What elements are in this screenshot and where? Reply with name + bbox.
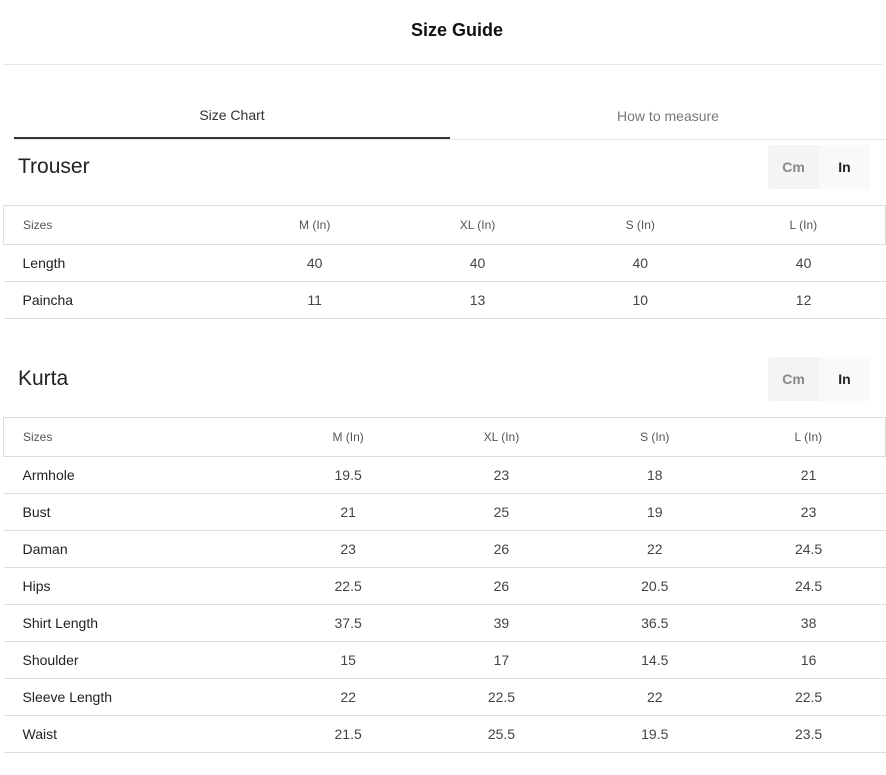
- table-cell: 18: [577, 456, 732, 494]
- table-header-row: Sizes M (In) XL (In) S (In) L (In): [3, 417, 886, 457]
- trouser-unit-in-button[interactable]: In: [819, 145, 870, 189]
- page-title: Size Guide: [410, 19, 504, 40]
- table-cell: 21: [731, 456, 886, 494]
- column-header-xl: XL (In): [396, 205, 559, 245]
- table-cell: 19: [577, 493, 732, 531]
- kurta-unit-toggle: Cm In: [768, 357, 870, 401]
- row-label: Waist: [3, 715, 272, 753]
- table-row: Daman 23 26 22 24.5: [3, 530, 886, 568]
- table-cell: 19.5: [271, 456, 426, 494]
- column-header-m: M (In): [233, 205, 397, 245]
- row-label: Armhole: [3, 456, 272, 494]
- table-cell: 14.5: [577, 641, 732, 679]
- table-cell: 24.5: [731, 567, 886, 605]
- trouser-title: Trouser: [18, 155, 90, 178]
- table-cell: 39: [425, 604, 578, 642]
- kurta-title: Kurta: [18, 367, 69, 390]
- table-cell: 20.5: [577, 567, 732, 605]
- table-row: Shoulder 15 17 14.5 16: [3, 641, 886, 679]
- table-cell: 23: [731, 493, 886, 531]
- table-cell: 40: [233, 244, 397, 282]
- table-cell: 23.5: [731, 715, 886, 753]
- trouser-unit-toggle: Cm In: [768, 145, 870, 189]
- table-cell: 17: [425, 641, 578, 679]
- kurta-unit-cm-button[interactable]: Cm: [768, 357, 819, 401]
- table-cell: 11: [233, 281, 397, 319]
- table-cell: 37.5: [271, 604, 426, 642]
- table-cell: 36.5: [577, 604, 732, 642]
- table-cell: 12: [721, 281, 886, 319]
- table-cell: 22.5: [271, 567, 426, 605]
- table-cell: 16: [731, 641, 886, 679]
- table-row: Paincha 11 13 10 12: [3, 281, 886, 319]
- header-divider: [3, 64, 883, 65]
- row-label: Sleeve Length: [3, 678, 272, 716]
- table-row: Armhole 19.5 23 18 21: [3, 456, 886, 494]
- table-cell: 13: [396, 281, 559, 319]
- table-cell: 22.5: [425, 678, 578, 716]
- table-cell: 23: [425, 456, 578, 494]
- table-row: Waist 21.5 25.5 19.5 23.5: [3, 715, 886, 753]
- table-cell: 22: [577, 530, 732, 568]
- size-guide-header: Size Guide: [0, 0, 886, 64]
- table-cell: 40: [396, 244, 559, 282]
- row-label: Bust: [3, 493, 272, 531]
- table-row: Sleeve Length 22 22.5 22 22.5: [3, 678, 886, 716]
- table-row: Shirt Length 37.5 39 36.5 38: [3, 604, 886, 642]
- table-cell: 21.5: [271, 715, 426, 753]
- row-label: Paincha: [3, 281, 234, 319]
- table-cell: 26: [425, 567, 578, 605]
- column-header-l: L (In): [721, 205, 886, 245]
- table-row: Length 40 40 40 40: [3, 244, 886, 282]
- table-row: Bust 21 25 19 23: [3, 493, 886, 531]
- column-header-l: L (In): [731, 417, 886, 457]
- table-cell: 25: [425, 493, 578, 531]
- row-label: Hips: [3, 567, 272, 605]
- table-row: Hips 22.5 26 20.5 24.5: [3, 567, 886, 605]
- row-label: Shirt Length: [3, 604, 272, 642]
- row-label: Shoulder: [3, 641, 272, 679]
- table-cell: 22.5: [731, 678, 886, 716]
- table-cell: 19.5: [577, 715, 732, 753]
- kurta-size-table: Sizes M (In) XL (In) S (In) L (In) Armho…: [3, 417, 886, 753]
- kurta-unit-in-button[interactable]: In: [819, 357, 870, 401]
- column-header-xl: XL (In): [425, 417, 578, 457]
- table-cell: 22: [577, 678, 732, 716]
- table-cell: 24.5: [731, 530, 886, 568]
- column-header-sizes: Sizes: [3, 205, 234, 245]
- trouser-unit-cm-button[interactable]: Cm: [768, 145, 819, 189]
- table-header-row: Sizes M (In) XL (In) S (In) L (In): [3, 205, 886, 245]
- column-header-m: M (In): [271, 417, 426, 457]
- table-cell: 21: [271, 493, 426, 531]
- table-cell: 25.5: [425, 715, 578, 753]
- row-label: Daman: [3, 530, 272, 568]
- table-cell: 10: [558, 281, 722, 319]
- trouser-size-table: Sizes M (In) XL (In) S (In) L (In) Lengt…: [3, 205, 886, 319]
- table-cell: 38: [731, 604, 886, 642]
- table-cell: 15: [271, 641, 426, 679]
- column-header-sizes: Sizes: [3, 417, 272, 457]
- tab-how-to-measure[interactable]: How to measure: [450, 96, 886, 139]
- table-cell: 23: [271, 530, 426, 568]
- row-label: Length: [3, 244, 234, 282]
- table-cell: 40: [558, 244, 722, 282]
- size-guide-tabs: Size Chart How to measure: [14, 96, 886, 140]
- column-header-s: S (In): [558, 205, 722, 245]
- column-header-s: S (In): [577, 417, 732, 457]
- table-cell: 22: [271, 678, 426, 716]
- table-cell: 40: [721, 244, 886, 282]
- table-cell: 26: [425, 530, 578, 568]
- tab-size-chart[interactable]: Size Chart: [14, 96, 450, 139]
